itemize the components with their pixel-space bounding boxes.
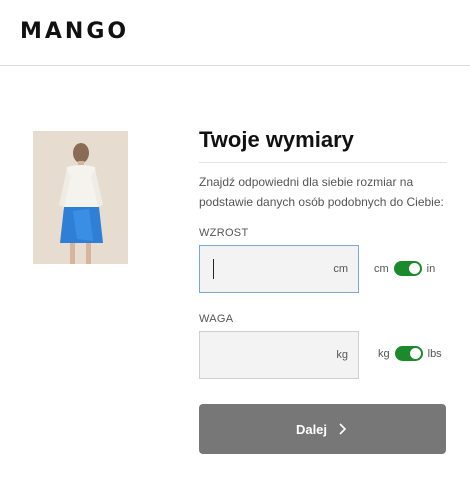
- weight-unit: kg: [336, 349, 348, 361]
- height-input[interactable]: [200, 246, 320, 292]
- site-header: MANGO: [0, 0, 470, 66]
- weight-field[interactable]: kg: [199, 331, 359, 379]
- mango-logo[interactable]: MANGO: [20, 19, 129, 44]
- weight-input[interactable]: [200, 332, 320, 378]
- weight-unit-switch[interactable]: [394, 346, 423, 361]
- height-unit: cm: [333, 263, 348, 275]
- height-field[interactable]: cm: [199, 245, 359, 293]
- height-toggle-left-label: cm: [374, 262, 389, 275]
- model-photo: [33, 131, 128, 264]
- height-unit-toggle[interactable]: cm in: [374, 261, 435, 276]
- title-divider: [199, 162, 447, 163]
- weight-toggle-left-label: kg: [378, 347, 390, 360]
- chevron-right-icon: [339, 423, 347, 435]
- switch-knob: [409, 348, 421, 359]
- weight-unit-toggle[interactable]: kg lbs: [378, 346, 442, 361]
- weight-label: WAGA: [199, 313, 234, 325]
- next-button-label: Dalej: [295, 421, 328, 437]
- page-description: Znajdź odpowiedni dla siebie rozmiar na …: [199, 175, 444, 209]
- height-toggle-right-label: in: [426, 262, 436, 275]
- height-unit-switch[interactable]: [393, 261, 422, 276]
- next-button[interactable]: Dalej: [199, 404, 446, 454]
- page-title: Twoje wymiary: [199, 127, 354, 152]
- text-caret: [213, 259, 214, 279]
- model-photo-image: [33, 131, 128, 264]
- weight-toggle-right-label: lbs: [427, 347, 442, 360]
- height-label: WZROST: [199, 227, 249, 239]
- switch-knob: [408, 263, 420, 274]
